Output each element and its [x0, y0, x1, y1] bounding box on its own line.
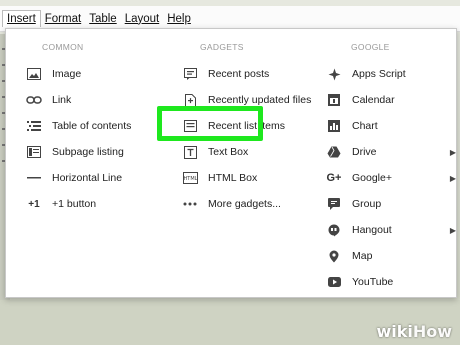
svg-text:HTML: HTML [183, 176, 197, 182]
insert-chart[interactable]: Chart [324, 113, 456, 139]
menu-layout[interactable]: Layout [121, 10, 164, 28]
menu-table-label: Table [89, 12, 117, 25]
group-icon [324, 194, 344, 214]
insert-drive-label: Drive [352, 146, 377, 158]
insert-subpage-label: Subpage listing [52, 146, 124, 158]
apps-script-icon [324, 64, 344, 84]
common-header: COMMON [42, 42, 84, 52]
image-icon [24, 64, 44, 84]
google-plus-submenu-arrow-icon: ▶ [449, 173, 456, 183]
menu-table[interactable]: Table [85, 10, 121, 28]
insert-drive[interactable]: Drive ▶ [324, 139, 456, 165]
insert-calendar-label: Calendar [352, 94, 395, 106]
insert-html-box-label: HTML Box [208, 172, 258, 184]
insert-map[interactable]: Map [324, 243, 456, 269]
insert-horizontal-line-label: Horizontal Line [52, 172, 123, 184]
text-box-icon [180, 142, 200, 162]
insert-group[interactable]: Group [324, 191, 456, 217]
menu-help-label: Help [167, 12, 191, 25]
menu-insert-label: Insert [7, 13, 36, 25]
watermark-part2: How [412, 322, 452, 341]
insert-menu-panel: COMMON Image Link Table of contents Subp… [5, 28, 457, 298]
insert-plus-one-button[interactable]: +1 +1 button [24, 191, 174, 217]
insert-google-plus-label: Google+ [352, 172, 392, 184]
insert-calendar[interactable]: Calendar [324, 87, 456, 113]
drive-icon [324, 142, 344, 162]
html-box-icon: HTML [180, 168, 200, 188]
chart-icon [324, 116, 344, 136]
insert-subpage-listing[interactable]: Subpage listing [24, 139, 174, 165]
insert-recent-posts-label: Recent posts [208, 68, 270, 80]
insert-html-box[interactable]: HTML HTML Box [180, 165, 332, 191]
menu-format[interactable]: Format [41, 10, 85, 28]
horizontal-line-icon [24, 168, 44, 188]
insert-google-plus[interactable]: G+ Google+ ▶ [324, 165, 457, 191]
recent-posts-icon [180, 64, 200, 84]
hangout-icon [324, 220, 344, 240]
insert-plus-one-label: +1 button [52, 198, 97, 210]
calendar-icon [324, 90, 344, 110]
plus-one-icon: +1 [28, 198, 40, 210]
insert-horizontal-line[interactable]: Horizontal Line [24, 165, 174, 191]
toc-icon [24, 116, 44, 136]
google-header: GOOGLE [351, 42, 390, 52]
insert-more-gadgets-label: More gadgets... [208, 198, 281, 210]
link-icon [24, 90, 44, 110]
insert-image[interactable]: Image [24, 61, 174, 87]
insert-more-gadgets[interactable]: More gadgets... [180, 191, 332, 217]
hangout-submenu-arrow-icon: ▶ [449, 225, 456, 235]
wikihow-watermark: wikiHow [376, 322, 452, 341]
menu-insert[interactable]: Insert [2, 10, 41, 27]
menu-help[interactable]: Help [163, 10, 195, 28]
insert-apps-script[interactable]: Apps Script [324, 61, 456, 87]
insert-apps-script-label: Apps Script [352, 68, 406, 80]
insert-hangout-label: Hangout [352, 224, 392, 236]
map-icon [324, 246, 344, 266]
insert-text-box-label: Text Box [208, 146, 249, 158]
insert-table-of-contents[interactable]: Table of contents [24, 113, 174, 139]
insert-youtube[interactable]: YouTube [324, 269, 456, 295]
subpage-icon [24, 142, 44, 162]
insert-hangout[interactable]: Hangout ▶ [324, 217, 456, 243]
youtube-icon [324, 272, 344, 292]
text-box-highlight [157, 106, 263, 141]
insert-link-label: Link [52, 94, 72, 106]
insert-group-label: Group [352, 198, 382, 210]
drive-submenu-arrow-icon: ▶ [449, 147, 456, 157]
watermark-part1: wiki [376, 322, 413, 341]
menu-layout-label: Layout [124, 12, 160, 25]
insert-updated-files-label: Recently updated files [208, 94, 312, 106]
google-plus-icon: G+ [326, 172, 342, 184]
insert-youtube-label: YouTube [352, 276, 394, 288]
insert-link[interactable]: Link [24, 87, 174, 113]
menu-format-label: Format [44, 12, 82, 25]
gadgets-header: GADGETS [200, 42, 244, 52]
insert-map-label: Map [352, 250, 373, 262]
insert-toc-label: Table of contents [52, 120, 132, 132]
more-icon [180, 194, 200, 214]
insert-image-label: Image [52, 68, 82, 80]
insert-text-box[interactable]: Text Box [180, 139, 332, 165]
insert-recent-posts[interactable]: Recent posts [180, 61, 332, 87]
insert-chart-label: Chart [352, 120, 378, 132]
